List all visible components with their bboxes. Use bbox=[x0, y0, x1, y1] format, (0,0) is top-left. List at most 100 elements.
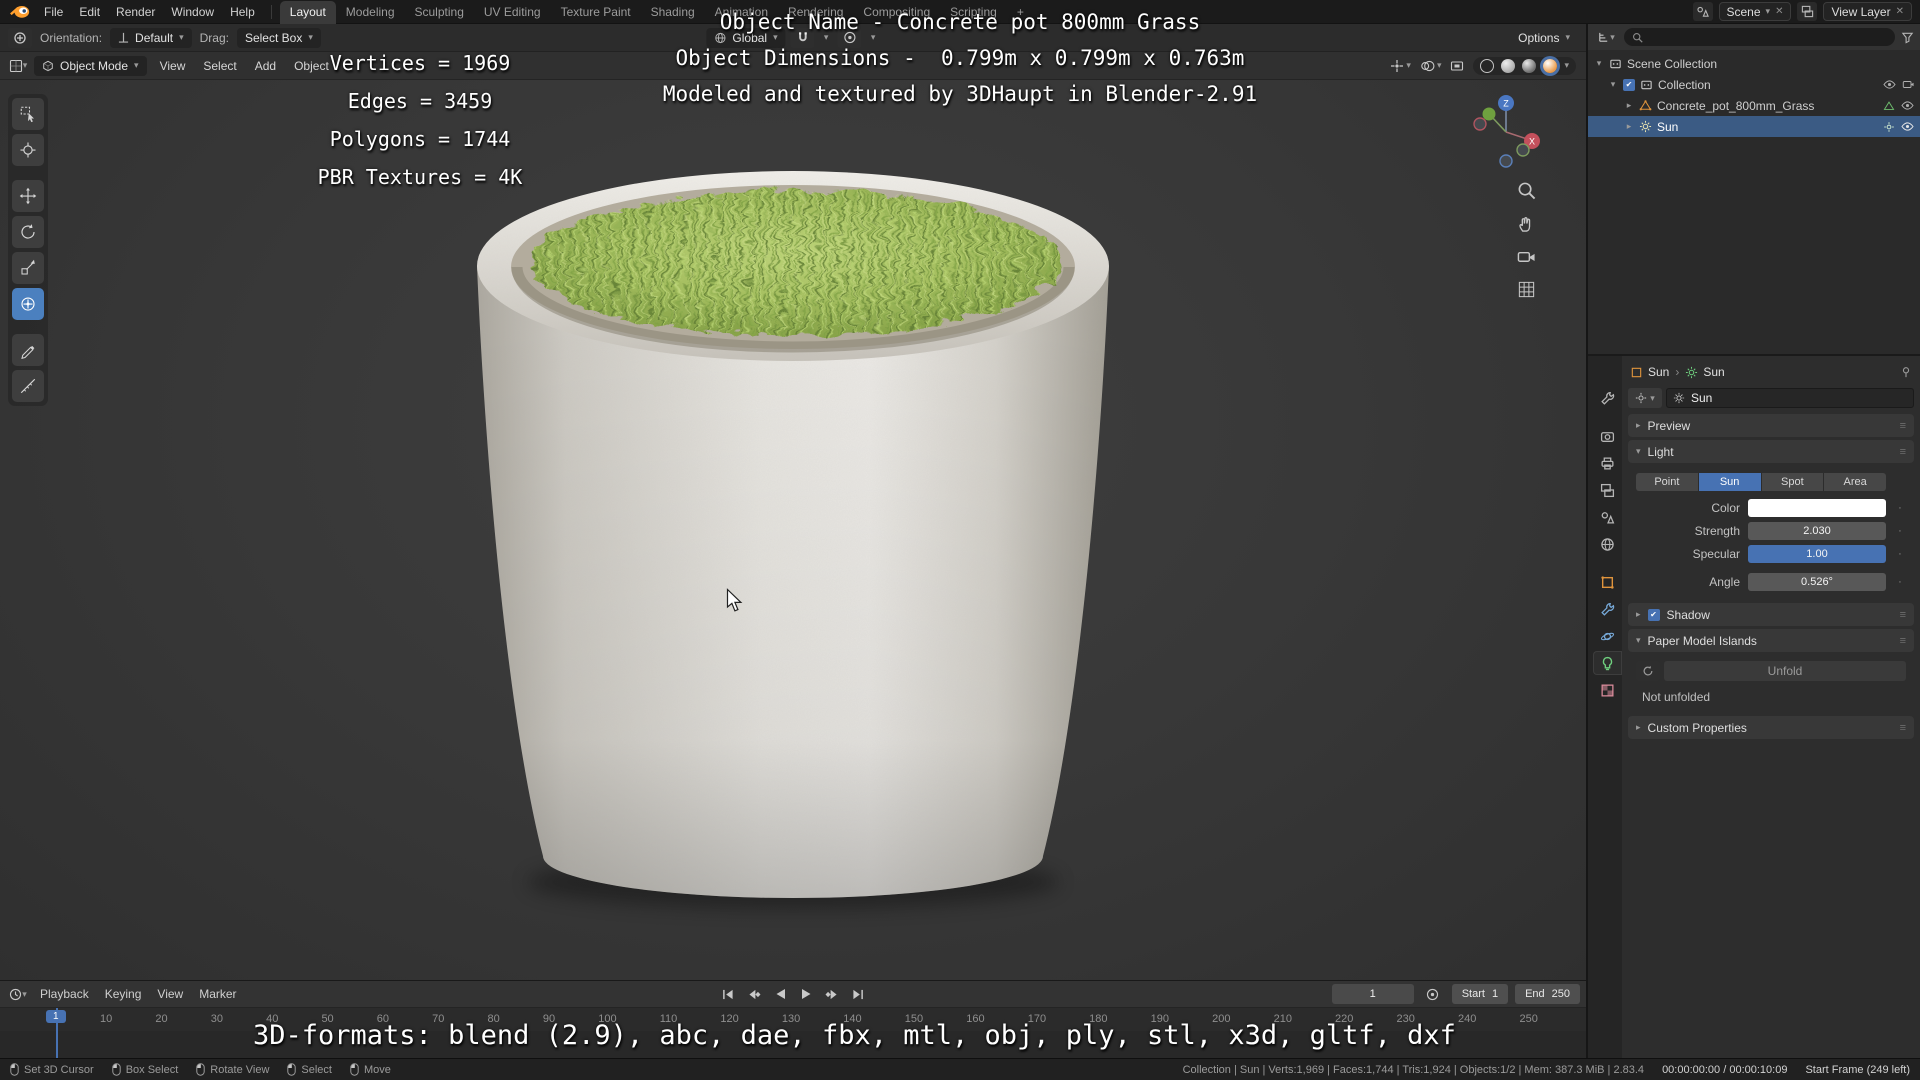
viewport-menu-item[interactable]: Add bbox=[246, 56, 285, 76]
proportional-dropdown[interactable]: ▾ bbox=[867, 28, 880, 48]
tab-object-data-icon[interactable] bbox=[1593, 651, 1622, 675]
tree-row-scene-collection[interactable]: ▾ Scene Collection bbox=[1588, 53, 1920, 74]
tool-3d-cursor[interactable] bbox=[12, 134, 44, 166]
workspace-tab[interactable]: Animation bbox=[705, 1, 778, 24]
shadow-checkbox[interactable]: ✔ bbox=[1647, 608, 1660, 621]
snap-magnet-icon[interactable] bbox=[790, 27, 815, 48]
light-name-field[interactable] bbox=[1666, 388, 1914, 408]
strength-field[interactable]: 2.030 bbox=[1748, 522, 1886, 540]
prev-keyframe-icon[interactable] bbox=[743, 985, 766, 1004]
tab-tool-icon[interactable] bbox=[1593, 386, 1622, 410]
outliner-search-input[interactable] bbox=[1649, 31, 1887, 43]
render-visibility-icon[interactable] bbox=[1902, 79, 1914, 90]
end-frame-field[interactable]: End 250 bbox=[1515, 984, 1580, 1004]
angle-field[interactable]: 0.526° bbox=[1748, 573, 1886, 591]
start-frame-field[interactable]: Start 1 bbox=[1451, 984, 1509, 1004]
light-data-icon[interactable] bbox=[1883, 121, 1895, 133]
tab-world-icon[interactable] bbox=[1593, 532, 1622, 556]
light-type-button[interactable]: Point bbox=[1636, 473, 1699, 491]
xray-toggle-icon[interactable] bbox=[1450, 59, 1464, 73]
breadcrumb-data[interactable]: Sun bbox=[1685, 365, 1725, 379]
show-gizmo-icon[interactable] bbox=[1390, 59, 1404, 73]
breadcrumb-object[interactable]: Sun bbox=[1630, 365, 1669, 379]
expander-icon[interactable]: ▾ bbox=[1594, 58, 1604, 69]
workspace-tab[interactable]: Texture Paint bbox=[551, 1, 641, 24]
workspace-tab[interactable]: Compositing bbox=[853, 1, 940, 24]
browse-view-layer-icon[interactable] bbox=[1797, 2, 1818, 21]
gizmo-y-axis[interactable] bbox=[1482, 107, 1496, 121]
active-tool-icon[interactable] bbox=[8, 27, 32, 48]
editor-type-button[interactable]: ▾ bbox=[6, 56, 30, 76]
play-reverse-icon[interactable] bbox=[769, 985, 792, 1004]
toggle-perspective-icon[interactable] bbox=[1514, 277, 1538, 301]
shading-solid-icon[interactable] bbox=[1501, 58, 1516, 73]
scene-selector[interactable]: Scene ▾ ✕ bbox=[1718, 2, 1792, 21]
tab-modifiers-icon[interactable] bbox=[1593, 597, 1622, 621]
tool-measure[interactable] bbox=[12, 370, 44, 402]
gizmo-neg-z-axis[interactable] bbox=[1499, 154, 1513, 168]
animate-dot-icon[interactable]: · bbox=[1894, 548, 1906, 560]
color-swatch[interactable] bbox=[1748, 499, 1886, 517]
tab-physics-icon[interactable] bbox=[1593, 624, 1622, 648]
mode-dropdown[interactable]: Object Mode ▾ bbox=[34, 55, 147, 76]
view-layer-selector[interactable]: View Layer ✕ bbox=[1823, 2, 1912, 21]
tab-view-layer-icon[interactable] bbox=[1593, 478, 1622, 502]
shading-material-icon[interactable] bbox=[1522, 58, 1537, 73]
close-icon[interactable]: ✕ bbox=[1896, 6, 1904, 17]
filter-icon[interactable] bbox=[1901, 31, 1914, 44]
topbar-menu-item[interactable]: Window bbox=[163, 2, 222, 22]
animate-dot-icon[interactable]: · bbox=[1894, 502, 1906, 514]
viewport-menu-item[interactable]: View bbox=[151, 56, 195, 76]
tool-move[interactable] bbox=[12, 180, 44, 212]
jump-to-end-icon[interactable] bbox=[847, 985, 870, 1004]
options-dropdown[interactable]: Options ▾ bbox=[1510, 28, 1578, 48]
play-icon[interactable] bbox=[795, 985, 818, 1004]
auto-keying-icon[interactable] bbox=[1421, 984, 1445, 1004]
specular-field[interactable]: 1.00 bbox=[1748, 545, 1886, 563]
tab-object-icon[interactable] bbox=[1593, 570, 1622, 594]
workspace-tab[interactable]: Rendering bbox=[778, 1, 853, 24]
timeline-menu-item[interactable]: View bbox=[149, 984, 191, 1004]
topbar-menu-item[interactable]: Help bbox=[222, 2, 263, 22]
panel-light[interactable]: ▾ Light ≡ bbox=[1628, 440, 1914, 463]
viewport-3d[interactable]: Z X bbox=[0, 80, 1586, 980]
close-icon[interactable]: ✕ bbox=[1775, 6, 1783, 17]
light-type-button[interactable]: Sun bbox=[1698, 473, 1762, 491]
panel-shadow[interactable]: ▸ ✔ Shadow ≡ bbox=[1628, 603, 1914, 626]
orientation-dropdown[interactable]: Default ▾ bbox=[110, 27, 192, 48]
tab-scene-icon[interactable] bbox=[1593, 505, 1622, 529]
pan-hand-icon[interactable] bbox=[1514, 211, 1538, 235]
eye-icon[interactable] bbox=[1901, 100, 1914, 111]
outliner-search[interactable] bbox=[1624, 28, 1895, 46]
jump-to-start-icon[interactable] bbox=[717, 985, 740, 1004]
light-type-button[interactable]: Spot bbox=[1761, 473, 1825, 491]
light-name-input[interactable] bbox=[1691, 391, 1907, 405]
tool-annotate[interactable] bbox=[12, 334, 44, 366]
workspace-tab[interactable]: Sculpting bbox=[405, 1, 474, 24]
workspace-tab[interactable]: Modeling bbox=[336, 1, 405, 24]
tool-rotate[interactable] bbox=[12, 216, 44, 248]
animate-dot-icon[interactable]: · bbox=[1894, 525, 1906, 537]
expander-icon[interactable]: ▸ bbox=[1624, 100, 1634, 111]
panel-paper-model[interactable]: ▾ Paper Model Islands ≡ bbox=[1628, 629, 1914, 652]
camera-view-icon[interactable] bbox=[1514, 244, 1538, 268]
tool-scale[interactable] bbox=[12, 252, 44, 284]
tab-render-icon[interactable] bbox=[1593, 424, 1622, 448]
topbar-menu-item[interactable]: Render bbox=[108, 2, 163, 22]
browse-scene-icon[interactable] bbox=[1692, 2, 1713, 21]
workspace-tab[interactable]: Shading bbox=[641, 1, 705, 24]
light-type-button[interactable]: Area bbox=[1824, 473, 1886, 491]
shading-dropdown[interactable]: ▾ bbox=[1564, 61, 1569, 70]
tree-row-light-object[interactable]: ▸ Sun bbox=[1588, 116, 1920, 137]
panel-preview[interactable]: ▸ Preview ≡ bbox=[1628, 414, 1914, 437]
expander-icon[interactable]: ▸ bbox=[1624, 121, 1634, 132]
gizmo-neg-y-axis[interactable] bbox=[1516, 143, 1530, 157]
outliner-editor-type-button[interactable]: ▾ bbox=[1594, 27, 1618, 47]
current-frame-field[interactable]: 1 bbox=[1331, 984, 1414, 1004]
tree-row-collection[interactable]: ▾ ✔ Collection bbox=[1588, 74, 1920, 95]
navigation-gizmo[interactable]: Z X bbox=[1466, 90, 1546, 170]
viewport-menu-item[interactable]: Object bbox=[285, 56, 338, 76]
tab-output-icon[interactable] bbox=[1593, 451, 1622, 475]
tab-texture-icon[interactable] bbox=[1593, 678, 1622, 702]
snap-dropdown[interactable]: ▾ bbox=[820, 28, 833, 48]
